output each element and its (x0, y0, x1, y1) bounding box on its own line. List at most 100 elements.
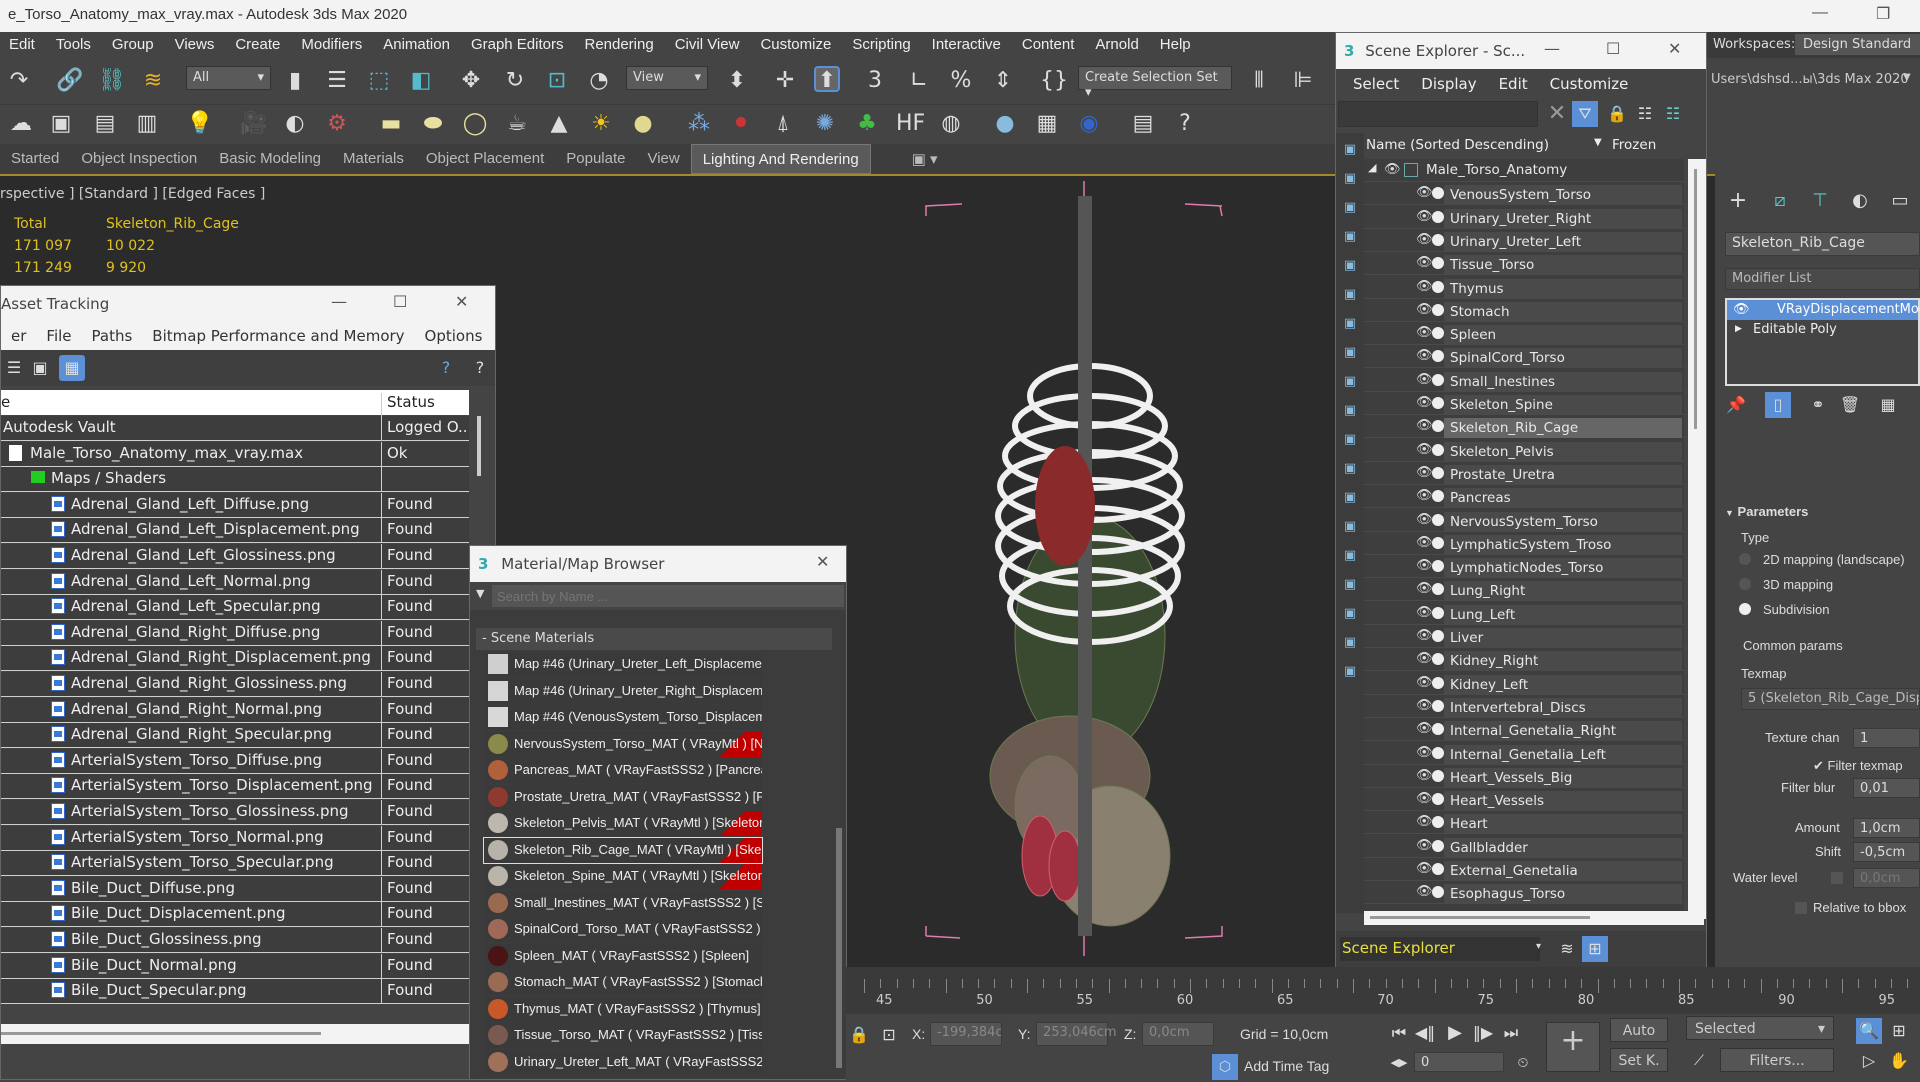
modifier-list-dropdown[interactable]: Modifier List (1725, 268, 1920, 290)
align-icon[interactable]: ⊫ (1290, 68, 1316, 94)
tree-root[interactable]: ◢ 👁 Male_Torso_Anatomy (1364, 159, 1684, 182)
scene-object-row[interactable]: 👁 Gallbladder (1364, 835, 1684, 858)
camera-icon[interactable]: 🎥 (240, 111, 267, 137)
parameters-rollout[interactable]: ▼ Parameters (1725, 504, 1808, 519)
physical-camera-icon[interactable]: ◐ (282, 111, 308, 137)
menu-scripting[interactable]: Scripting (843, 32, 922, 58)
render-dot-icon[interactable] (1432, 839, 1444, 852)
explorer-selector-dropdown[interactable]: Scene Explorer (1340, 937, 1540, 961)
expand-icon[interactable]: ◢ (1368, 161, 1376, 174)
scene-object-row[interactable]: 👁 Skeleton_Pelvis (1364, 439, 1684, 462)
material-item[interactable]: Prostate_Uretra_MAT ( VRayFastSSS2 ) [Pr… (484, 784, 762, 810)
spacewarps-filter-icon[interactable]: ▣ (1337, 311, 1363, 337)
visibility-eye-icon[interactable]: 👁 (1416, 348, 1433, 363)
menu-group[interactable]: Group (103, 32, 166, 58)
mesh-light-icon[interactable]: ☕ (504, 111, 530, 137)
render-dot-icon[interactable] (1432, 257, 1444, 270)
key-tangent-icon[interactable]: ⟋ (1686, 1048, 1712, 1074)
material-item[interactable]: Small_Inestines_MAT ( VRayFastSSS2 ) [Sm… (484, 890, 762, 916)
menu-content[interactable]: Content (1013, 32, 1087, 58)
filters-button[interactable]: Filters... (1720, 1048, 1834, 1072)
sphere-light-icon[interactable]: ◯ (462, 111, 488, 137)
scene-object-row[interactable]: 👁 Intervertebral_Discs (1364, 695, 1684, 718)
scale-icon[interactable]: ⊡ (544, 68, 570, 94)
scene-object-row[interactable]: 👁 Stomach (1364, 299, 1684, 322)
ribbon-tab[interactable]: View (636, 144, 690, 174)
scene-object-row[interactable]: 👁 Pancreas (1364, 485, 1684, 509)
asset-row[interactable]: ArterialSystem_Torso_Specular.png Found (1, 851, 469, 877)
manipulate-icon[interactable]: ✛ (772, 68, 798, 94)
visibility-eye-icon[interactable]: 👁 (1416, 675, 1433, 690)
cameras-filter-icon[interactable]: ▣ (1337, 253, 1363, 279)
asset-row[interactable]: ArterialSystem_Torso_Normal.png Found (1, 825, 469, 851)
material-item[interactable]: Map #46 (Urinary_Ureter_Left_Displacemen… (484, 652, 762, 677)
link-icon[interactable]: 🔗 (56, 68, 83, 94)
scene-object-row[interactable]: 👁 Urinary_Ureter_Right (1364, 206, 1684, 229)
vray-camera-icon[interactable]: ⚙ (324, 111, 350, 137)
modify-tab-icon[interactable]: ⧄ (1767, 188, 1793, 214)
visibility-eye-icon[interactable]: 👁 (1416, 395, 1433, 410)
visibility-eye-icon[interactable]: 👁 (1416, 814, 1433, 829)
menu-help[interactable]: Help (1151, 32, 1203, 58)
visibility-eye-icon[interactable]: 👁 (1416, 512, 1433, 527)
menu-views[interactable]: Views (166, 32, 227, 58)
scene-object-row[interactable]: 👁 NervousSystem_Torso (1364, 509, 1684, 532)
filter-icon[interactable]: ▣ (1337, 601, 1363, 627)
menu-create[interactable]: Create (226, 32, 292, 58)
menu-edit[interactable]: Edit (0, 32, 47, 58)
render-frame-icon[interactable]: ▤ (92, 111, 118, 137)
minimize-icon[interactable]: — (331, 292, 347, 311)
anatomy-model[interactable] (900, 176, 1300, 966)
visibility-eye-icon[interactable]: 👁 (1416, 768, 1433, 783)
material-item[interactable]: Urinary_Ureter_Left_MAT ( VRayFastSSS2 )… (484, 1049, 762, 1075)
y-coord-field[interactable]: 253,046cm (1036, 1022, 1117, 1046)
minimize-icon[interactable]: — (1812, 4, 1828, 22)
sort-chevron-icon[interactable]: ▼ (1594, 137, 1602, 148)
ribbon-tab[interactable]: Lighting And Rendering (690, 144, 871, 174)
water-level-spinner[interactable]: 0,0cm (1853, 868, 1920, 888)
material-item[interactable]: Stomach_MAT ( VRayFastSSS2 ) [Stomach] (484, 970, 762, 995)
type-radio[interactable]: 3D mapping (1739, 577, 1833, 592)
asset-hscroll[interactable] (1, 1024, 471, 1044)
chevron-down-icon[interactable]: ▾ (1536, 941, 1541, 952)
vault-help-icon[interactable]: ? (467, 355, 493, 381)
hierarchy-icon[interactable]: ☷ (1632, 101, 1658, 127)
render-dot-icon[interactable] (1432, 350, 1444, 363)
play-icon[interactable]: ▶ (1442, 1020, 1468, 1046)
visibility-eye-icon[interactable]: 👁 (1416, 488, 1433, 503)
groups-filter-icon[interactable]: ▣ (1337, 340, 1363, 366)
project-path[interactable]: Users\dshsd...ы\3ds Max 2020 (1711, 72, 1909, 87)
asset-row[interactable]: Maps / Shaders (1, 467, 469, 493)
asset-row[interactable]: Adrenal_Gland_Left_Specular.png Found (1, 595, 469, 621)
render-dot-icon[interactable] (1432, 210, 1444, 223)
material-scrollbar[interactable] (836, 828, 842, 1068)
asset-row[interactable]: Adrenal_Gland_Left_Normal.png Found (1, 569, 469, 595)
ambient-light-icon[interactable]: ● (630, 111, 656, 137)
asset-row[interactable]: ArterialSystem_Torso_Displacement.png Fou… (1, 774, 469, 800)
render-dot-icon[interactable] (1432, 653, 1444, 666)
visibility-eye-icon[interactable]: 👁 (1416, 442, 1433, 457)
ies-light-icon[interactable]: ▲ (546, 111, 572, 137)
filter-selected-icon[interactable]: ▣ (1337, 630, 1363, 656)
visibility-eye-icon[interactable]: 👁 (1416, 721, 1433, 736)
none-filter-icon[interactable]: ▣ (1337, 543, 1363, 569)
ribbon-tab[interactable]: Object Inspection (70, 144, 208, 174)
material-item[interactable]: Map #46 (VenousSystem_Torso_Displacement… (484, 705, 762, 730)
visibility-eye-icon[interactable]: 👁 (1416, 279, 1433, 294)
menu-arnold[interactable]: Arnold (1086, 32, 1150, 58)
hierarchy-tab-icon[interactable]: ⊤ (1807, 188, 1833, 214)
key-filter-dropdown[interactable]: Selected ▾ (1686, 1016, 1834, 1040)
restore-icon[interactable]: ❐ (1876, 4, 1890, 24)
visibility-eye-icon[interactable]: 👁 (1416, 418, 1433, 433)
visibility-eye-icon[interactable]: 👁 (1416, 232, 1433, 247)
pan-icon[interactable]: ✋ (1886, 1048, 1912, 1074)
render-setup-icon[interactable]: ▣ (48, 111, 74, 137)
ribbon-tab[interactable]: Object Placement (415, 144, 555, 174)
table-view-icon[interactable]: ▦ (59, 355, 85, 381)
scene-object-row[interactable]: 👁 Liver (1364, 625, 1684, 648)
shapes-filter-icon[interactable]: ▣ (1337, 195, 1363, 221)
decal-icon[interactable]: ◍ (938, 111, 964, 137)
visibility-eye-icon[interactable]: 👁 (1416, 325, 1433, 340)
asset-menu-item[interactable]: er (1, 322, 36, 350)
dome-light-icon[interactable]: ⬬ (420, 111, 446, 137)
